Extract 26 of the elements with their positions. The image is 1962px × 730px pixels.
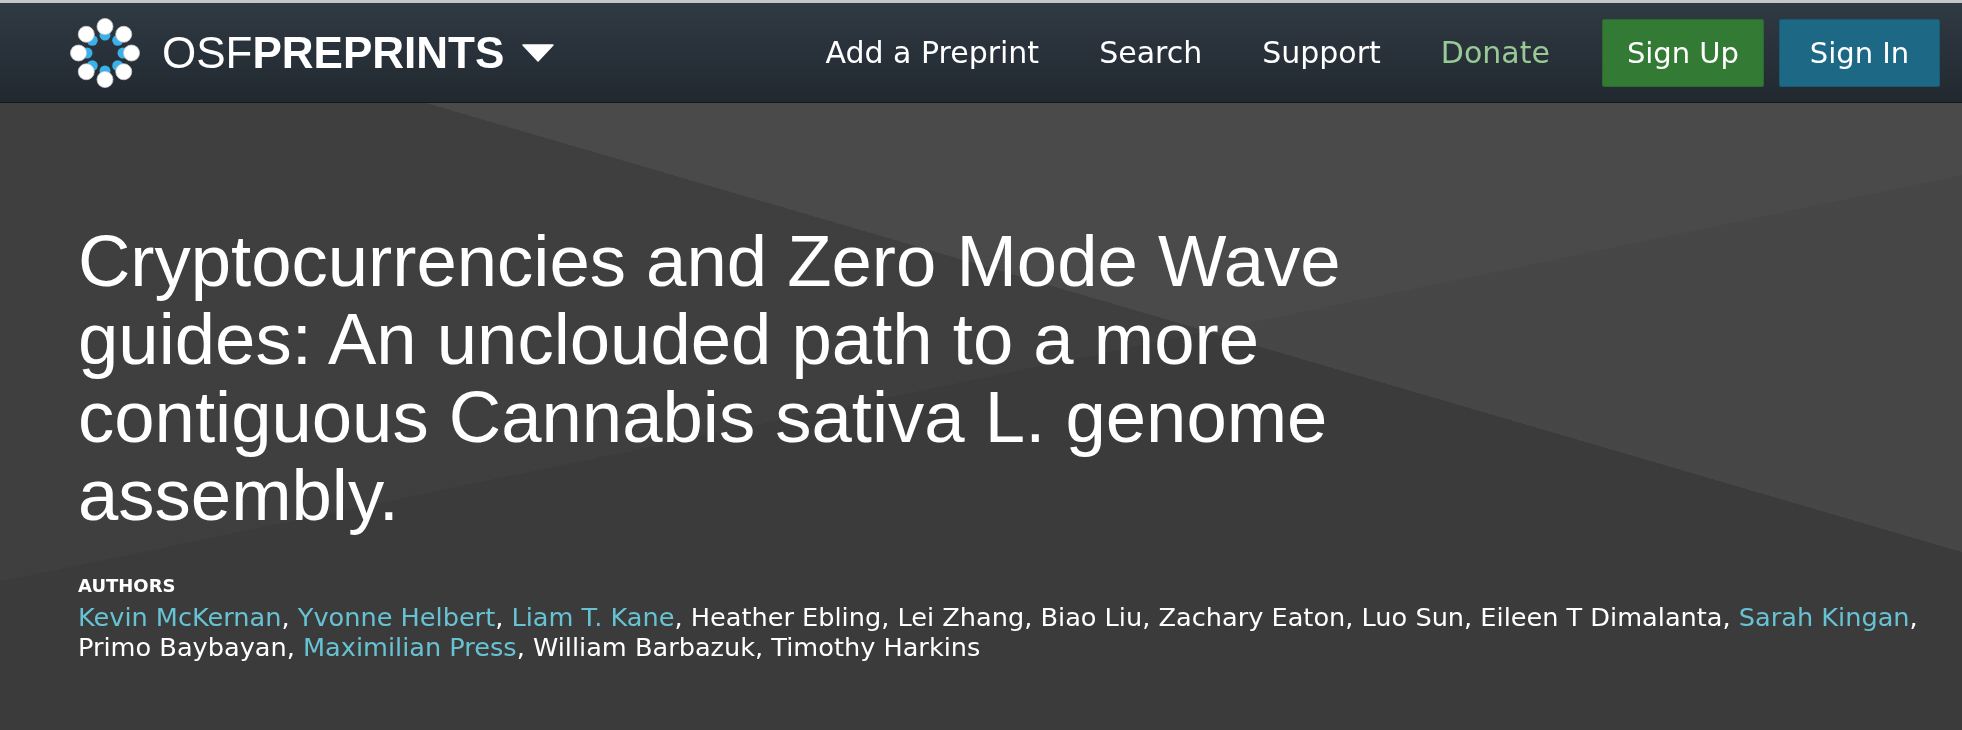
author-name: Timothy Harkins bbox=[771, 632, 981, 662]
sign-in-button[interactable]: Sign In bbox=[1779, 18, 1940, 87]
brand-link[interactable]: OSFPREPRINTS bbox=[70, 17, 505, 88]
preprint-title: Cryptocurrencies and Zero Mode Wave guides: An unclouded path to a more contiguous Cannabis sativa L. genome assembly. bbox=[78, 222, 1342, 534]
caret-down-icon[interactable] bbox=[522, 43, 555, 62]
authors-list: Kevin McKernan, Yvonne Helbert, Liam T. Kane, Heather Ebling, Lei Zhang, Biao Liu, Zachary Eaton, Luo Sun, Eileen T Dimalanta, Sarah Kingan, Primo Baybayan, Maximilian Press, William Barbazuk, Timothy Harkins bbox=[78, 602, 1925, 662]
author-name: Zachary Eaton bbox=[1158, 602, 1346, 632]
author-link[interactable]: Sarah Kingan bbox=[1738, 602, 1910, 632]
author-name: Eileen T Dimalanta bbox=[1480, 602, 1723, 632]
logo-icon bbox=[70, 17, 140, 88]
author-name: Primo Baybayan bbox=[78, 632, 287, 662]
author-name: Heather Ebling bbox=[690, 602, 882, 632]
nav-link[interactable]: Add a Preprint bbox=[795, 32, 1070, 73]
author-link[interactable]: Maximilian Press bbox=[303, 632, 517, 662]
nav-link[interactable]: Support bbox=[1232, 32, 1411, 73]
author-link[interactable]: Yvonne Helbert bbox=[297, 602, 496, 632]
author-link[interactable]: Liam T. Kane bbox=[511, 602, 675, 632]
authors-label: AUTHORS bbox=[78, 575, 176, 597]
sign-up-button[interactable]: Sign Up bbox=[1601, 18, 1764, 87]
nav-link[interactable]: Donate bbox=[1410, 32, 1580, 73]
author-name: Luo Sun bbox=[1361, 602, 1465, 632]
nav-link[interactable]: Search bbox=[1069, 32, 1233, 73]
author-link[interactable]: Kevin McKernan bbox=[78, 602, 282, 632]
author-name: Lei Zhang bbox=[897, 602, 1025, 632]
author-name: Biao Liu bbox=[1040, 602, 1143, 632]
author-name: William Barbazuk bbox=[532, 632, 756, 662]
